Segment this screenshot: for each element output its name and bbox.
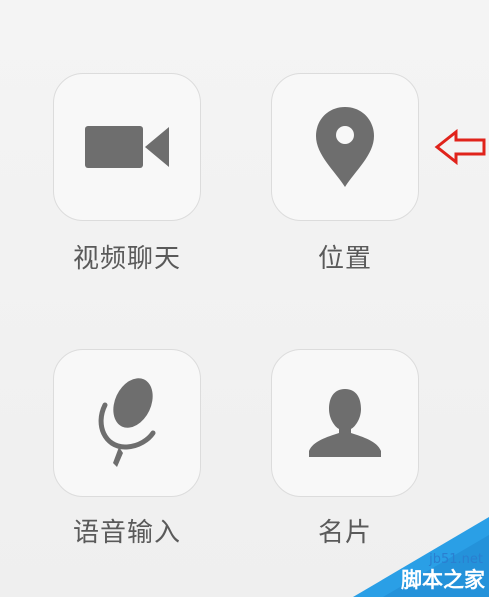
voice-input-button[interactable] [53,349,201,497]
watermark-name: 脚本之家 [401,568,485,592]
attachment-panel: 视频聊天 位置 语音输入 名片 jb51.net 脚本之家 [0,0,489,597]
location-button[interactable] [271,73,419,221]
video-chat-button[interactable] [53,73,201,221]
microphone-icon [98,378,156,467]
red-arrow-left-icon [434,128,488,169]
person-icon [309,389,381,457]
video-camera-icon [85,126,169,168]
watermark: jb51.net 脚本之家 [353,517,489,597]
location-label: 位置 [317,244,372,274]
video-chat-label: 视频聊天 [72,244,181,274]
business-card-button[interactable] [271,349,419,497]
voice-input-label: 语音输入 [72,518,181,548]
location-pin-icon [316,107,374,187]
